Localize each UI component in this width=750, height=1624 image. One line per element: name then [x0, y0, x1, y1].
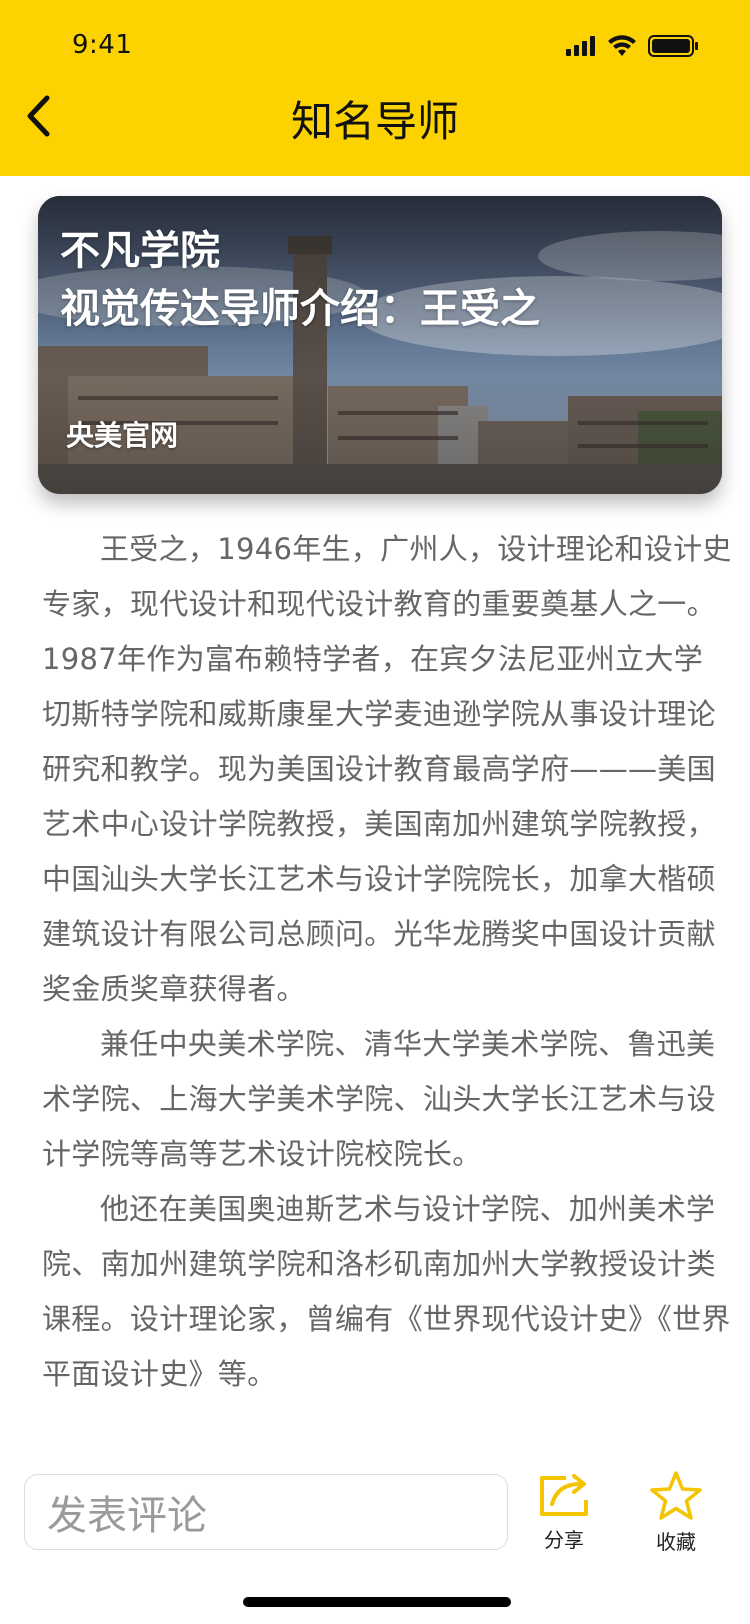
battery-icon — [648, 35, 698, 57]
navigation-header: 9:41 知名导师 — [0, 0, 750, 176]
status-time: 9:41 — [72, 30, 133, 60]
comment-placeholder: 发表评论 — [47, 1493, 207, 1539]
share-icon — [540, 1474, 588, 1516]
article-paragraph: 兼任中央美术学院、清华大学美术学院、鲁迅美术学院、上海大学美术学院、汕头大学长江… — [42, 1027, 716, 1171]
article-body: 王受之，1946年生，广州人，设计理论和设计史专家，现代设计和现代设计教育的重要… — [42, 522, 732, 1402]
signal-icon — [566, 36, 595, 56]
hero-title-line2: 视觉传达导师介绍：王受之 — [60, 286, 540, 332]
article-paragraph: 他还在美国奥迪斯艺术与设计学院、加州美术学院、南加州建筑学院和洛杉矶南加州大学教… — [42, 1192, 731, 1391]
status-icons — [566, 34, 726, 58]
comment-input[interactable]: 发表评论 — [24, 1474, 508, 1550]
wifi-icon — [608, 35, 636, 56]
favorite-label: 收藏 — [656, 1530, 696, 1554]
hero-title-line1: 不凡学院 — [60, 228, 220, 274]
hero-source: 央美官网 — [66, 419, 179, 452]
page-title: 知名导师 — [290, 97, 459, 146]
home-indicator — [243, 1597, 511, 1607]
star-icon — [650, 1471, 702, 1520]
hero-banner[interactable]: 不凡学院 视觉传达导师介绍：王受之 央美官网 — [38, 196, 722, 494]
share-label: 分享 — [544, 1528, 584, 1552]
share-button[interactable]: 分享 — [524, 1470, 604, 1560]
article-paragraph: 王受之，1946年生，广州人，设计理论和设计史专家，现代设计和现代设计教育的重要… — [42, 532, 732, 1006]
favorite-button[interactable]: 收藏 — [636, 1470, 716, 1560]
hero-title: 不凡学院 视觉传达导师介绍：王受之 — [60, 222, 540, 338]
